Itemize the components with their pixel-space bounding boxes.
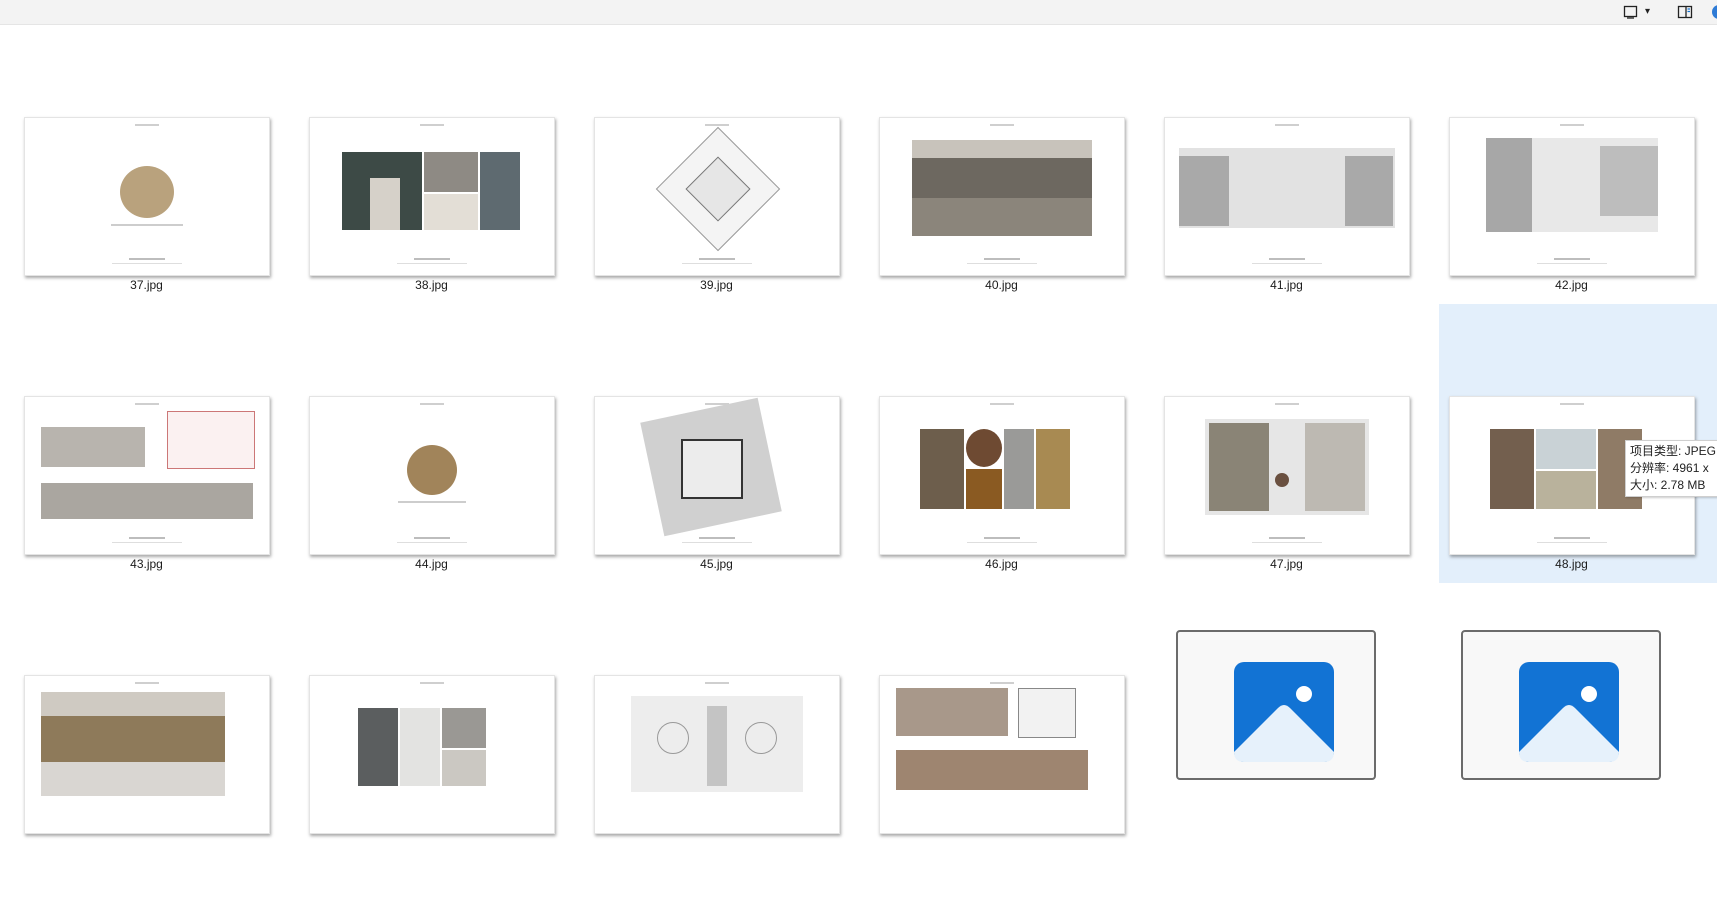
file-item[interactable]: 45.jpg (584, 366, 869, 645)
file-name: 40.jpg (985, 278, 1018, 292)
chevron-down-icon: ▾ (1645, 6, 1651, 17)
photo-placeholder[interactable] (1176, 630, 1376, 780)
monitor-icon (1623, 5, 1639, 19)
file-item[interactable] (584, 645, 869, 924)
image-thumbnail (1164, 117, 1410, 276)
file-name: 45.jpg (700, 557, 733, 571)
photo-placeholder[interactable] (1461, 630, 1661, 780)
file-item[interactable] (869, 645, 1154, 924)
file-item[interactable] (14, 645, 299, 924)
file-name: 41.jpg (1270, 278, 1303, 292)
image-thumbnail (309, 396, 555, 555)
file-name: 39.jpg (700, 278, 733, 292)
image-thumbnail (24, 396, 270, 555)
image-thumbnail (1449, 117, 1695, 276)
file-item[interactable]: 44.jpg (299, 366, 584, 645)
file-name: 42.jpg (1555, 278, 1588, 292)
photo-icon (1234, 662, 1334, 762)
photo-icon (1519, 662, 1619, 762)
tooltip-resolution: 分辨率: 4961 x (1630, 461, 1709, 475)
command-bar: ▾ (0, 0, 1717, 25)
file-item[interactable]: 43.jpg (14, 366, 299, 645)
view-options-button[interactable]: ▾ (1623, 3, 1650, 21)
file-item[interactable]: 39.jpg (584, 87, 869, 366)
file-name: 47.jpg (1270, 557, 1303, 571)
image-thumbnail (309, 675, 555, 834)
image-thumbnail (594, 396, 840, 555)
image-thumbnail (1164, 396, 1410, 555)
file-item[interactable]: 37.jpg (14, 87, 299, 366)
file-info-tooltip: 项目类型: JPEG 分辨率: 4961 x 大小: 2.78 MB (1625, 440, 1717, 497)
file-item[interactable]: 40.jpg (869, 87, 1154, 366)
tooltip-size: 大小: 2.78 MB (1630, 478, 1706, 492)
image-thumbnail (879, 396, 1125, 555)
image-thumbnail (594, 675, 840, 834)
image-thumbnail (24, 117, 270, 276)
file-name: 43.jpg (130, 557, 163, 571)
help-icon[interactable] (1712, 5, 1717, 19)
file-name: 48.jpg (1555, 557, 1588, 571)
image-thumbnail (309, 117, 555, 276)
file-name: 37.jpg (130, 278, 163, 292)
file-item[interactable] (299, 645, 584, 924)
image-thumbnail (879, 117, 1125, 276)
details-pane-icon (1677, 5, 1693, 19)
tooltip-type: 项目类型: JPEG (1630, 444, 1717, 458)
image-thumbnail (24, 675, 270, 834)
file-item[interactable]: 47.jpg (1154, 366, 1439, 645)
file-item[interactable]: 38.jpg (299, 87, 584, 366)
file-name: 44.jpg (415, 557, 448, 571)
image-thumbnail (594, 117, 840, 276)
image-thumbnail (879, 675, 1125, 834)
file-name: 38.jpg (415, 278, 448, 292)
file-name: 46.jpg (985, 557, 1018, 571)
file-item[interactable]: 46.jpg (869, 366, 1154, 645)
details-pane-button[interactable] (1677, 3, 1693, 21)
file-item[interactable]: 41.jpg (1154, 87, 1439, 366)
